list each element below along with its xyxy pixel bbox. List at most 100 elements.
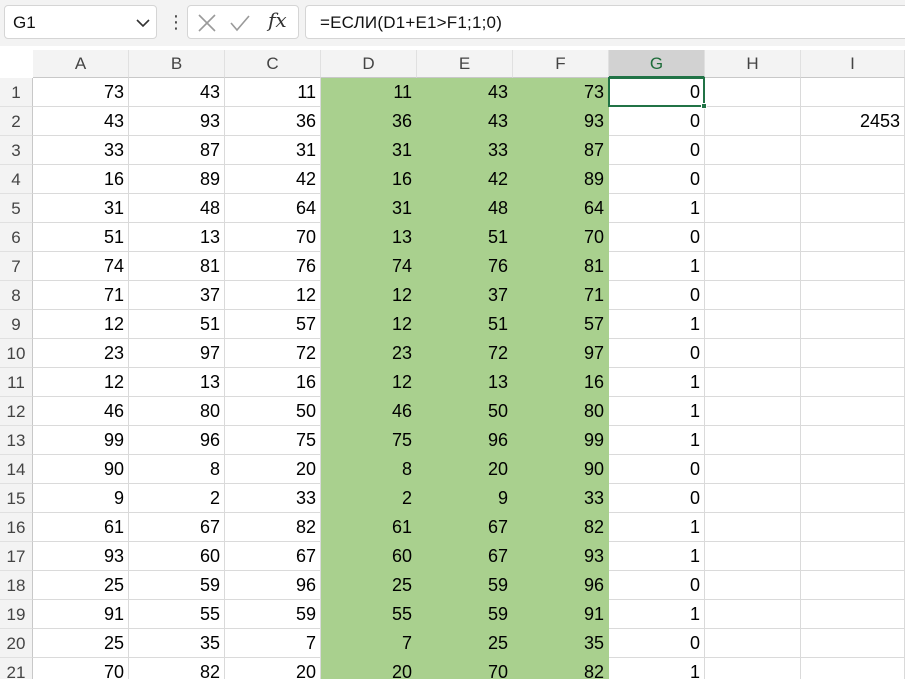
cell-i16[interactable] bbox=[801, 513, 905, 542]
cell-h6[interactable] bbox=[705, 223, 801, 252]
cell-f10[interactable]: 97 bbox=[513, 339, 609, 368]
cell-b11[interactable]: 13 bbox=[129, 368, 225, 397]
cell-g2[interactable]: 0 bbox=[609, 107, 705, 136]
cell-a7[interactable]: 74 bbox=[33, 252, 129, 281]
cell-a5[interactable]: 31 bbox=[33, 194, 129, 223]
cell-f7[interactable]: 81 bbox=[513, 252, 609, 281]
row-header[interactable]: 19 bbox=[0, 600, 33, 629]
cell-h9[interactable] bbox=[705, 310, 801, 339]
fill-handle[interactable] bbox=[701, 103, 707, 109]
row-header[interactable]: 2 bbox=[0, 107, 33, 136]
cell-h3[interactable] bbox=[705, 136, 801, 165]
row-header[interactable]: 21 bbox=[0, 658, 33, 679]
cell-b7[interactable]: 81 bbox=[129, 252, 225, 281]
cell-d5[interactable]: 31 bbox=[321, 194, 417, 223]
cell-f17[interactable]: 93 bbox=[513, 542, 609, 571]
cell-c6[interactable]: 70 bbox=[225, 223, 321, 252]
cell-a20[interactable]: 25 bbox=[33, 629, 129, 658]
cell-g10[interactable]: 0 bbox=[609, 339, 705, 368]
cell-h14[interactable] bbox=[705, 455, 801, 484]
cell-i12[interactable] bbox=[801, 397, 905, 426]
cell-h1[interactable] bbox=[705, 78, 801, 107]
cell-e10[interactable]: 72 bbox=[417, 339, 513, 368]
cell-e12[interactable]: 50 bbox=[417, 397, 513, 426]
cell-a12[interactable]: 46 bbox=[33, 397, 129, 426]
cell-i2[interactable]: 2453 bbox=[801, 107, 905, 136]
cell-c16[interactable]: 82 bbox=[225, 513, 321, 542]
cell-h10[interactable] bbox=[705, 339, 801, 368]
cell-b21[interactable]: 82 bbox=[129, 658, 225, 679]
cell-e5[interactable]: 48 bbox=[417, 194, 513, 223]
cell-b16[interactable]: 67 bbox=[129, 513, 225, 542]
column-header-h[interactable]: H bbox=[705, 50, 801, 78]
cell-a16[interactable]: 61 bbox=[33, 513, 129, 542]
row-header[interactable]: 8 bbox=[0, 281, 33, 310]
row-header[interactable]: 3 bbox=[0, 136, 33, 165]
row-header[interactable]: 9 bbox=[0, 310, 33, 339]
cell-e20[interactable]: 25 bbox=[417, 629, 513, 658]
row-header[interactable]: 11 bbox=[0, 368, 33, 397]
cell-g8[interactable]: 0 bbox=[609, 281, 705, 310]
column-header-b[interactable]: B bbox=[129, 50, 225, 78]
cell-a6[interactable]: 51 bbox=[33, 223, 129, 252]
cell-f13[interactable]: 99 bbox=[513, 426, 609, 455]
cell-h11[interactable] bbox=[705, 368, 801, 397]
cell-f15[interactable]: 33 bbox=[513, 484, 609, 513]
cell-e13[interactable]: 96 bbox=[417, 426, 513, 455]
cell-b10[interactable]: 97 bbox=[129, 339, 225, 368]
cell-c8[interactable]: 12 bbox=[225, 281, 321, 310]
cell-f8[interactable]: 71 bbox=[513, 281, 609, 310]
cell-e16[interactable]: 67 bbox=[417, 513, 513, 542]
cell-a14[interactable]: 90 bbox=[33, 455, 129, 484]
cell-g3[interactable]: 0 bbox=[609, 136, 705, 165]
cell-a21[interactable]: 70 bbox=[33, 658, 129, 679]
cell-h12[interactable] bbox=[705, 397, 801, 426]
cell-c18[interactable]: 96 bbox=[225, 571, 321, 600]
cell-d8[interactable]: 12 bbox=[321, 281, 417, 310]
cell-f5[interactable]: 64 bbox=[513, 194, 609, 223]
cell-e14[interactable]: 20 bbox=[417, 455, 513, 484]
cell-h7[interactable] bbox=[705, 252, 801, 281]
cell-a2[interactable]: 43 bbox=[33, 107, 129, 136]
cell-i1[interactable] bbox=[801, 78, 905, 107]
cell-i10[interactable] bbox=[801, 339, 905, 368]
cell-c1[interactable]: 11 bbox=[225, 78, 321, 107]
cell-e3[interactable]: 33 bbox=[417, 136, 513, 165]
column-header-d[interactable]: D bbox=[321, 50, 417, 78]
cell-b2[interactable]: 93 bbox=[129, 107, 225, 136]
cell-c13[interactable]: 75 bbox=[225, 426, 321, 455]
cell-d6[interactable]: 13 bbox=[321, 223, 417, 252]
cell-f19[interactable]: 91 bbox=[513, 600, 609, 629]
cell-f6[interactable]: 70 bbox=[513, 223, 609, 252]
row-header[interactable]: 12 bbox=[0, 397, 33, 426]
cell-a15[interactable]: 9 bbox=[33, 484, 129, 513]
cell-h19[interactable] bbox=[705, 600, 801, 629]
cell-a11[interactable]: 12 bbox=[33, 368, 129, 397]
cell-a8[interactable]: 71 bbox=[33, 281, 129, 310]
cell-i13[interactable] bbox=[801, 426, 905, 455]
cell-f2[interactable]: 93 bbox=[513, 107, 609, 136]
cell-h13[interactable] bbox=[705, 426, 801, 455]
cell-c7[interactable]: 76 bbox=[225, 252, 321, 281]
row-header[interactable]: 6 bbox=[0, 223, 33, 252]
cell-a1[interactable]: 73 bbox=[33, 78, 129, 107]
cell-a9[interactable]: 12 bbox=[33, 310, 129, 339]
cell-c19[interactable]: 59 bbox=[225, 600, 321, 629]
cell-d4[interactable]: 16 bbox=[321, 165, 417, 194]
cell-f9[interactable]: 57 bbox=[513, 310, 609, 339]
cell-c14[interactable]: 20 bbox=[225, 455, 321, 484]
select-all-corner[interactable] bbox=[0, 50, 33, 78]
more-options-icon[interactable]: ⋮ bbox=[167, 11, 185, 33]
cell-g11[interactable]: 1 bbox=[609, 368, 705, 397]
cell-e17[interactable]: 67 bbox=[417, 542, 513, 571]
name-box[interactable]: G1 bbox=[4, 5, 157, 39]
cell-f21[interactable]: 82 bbox=[513, 658, 609, 679]
cell-h17[interactable] bbox=[705, 542, 801, 571]
cell-i7[interactable] bbox=[801, 252, 905, 281]
row-header[interactable]: 5 bbox=[0, 194, 33, 223]
cell-g14[interactable]: 0 bbox=[609, 455, 705, 484]
cell-d2[interactable]: 36 bbox=[321, 107, 417, 136]
cell-i11[interactable] bbox=[801, 368, 905, 397]
row-header[interactable]: 15 bbox=[0, 484, 33, 513]
cell-b5[interactable]: 48 bbox=[129, 194, 225, 223]
